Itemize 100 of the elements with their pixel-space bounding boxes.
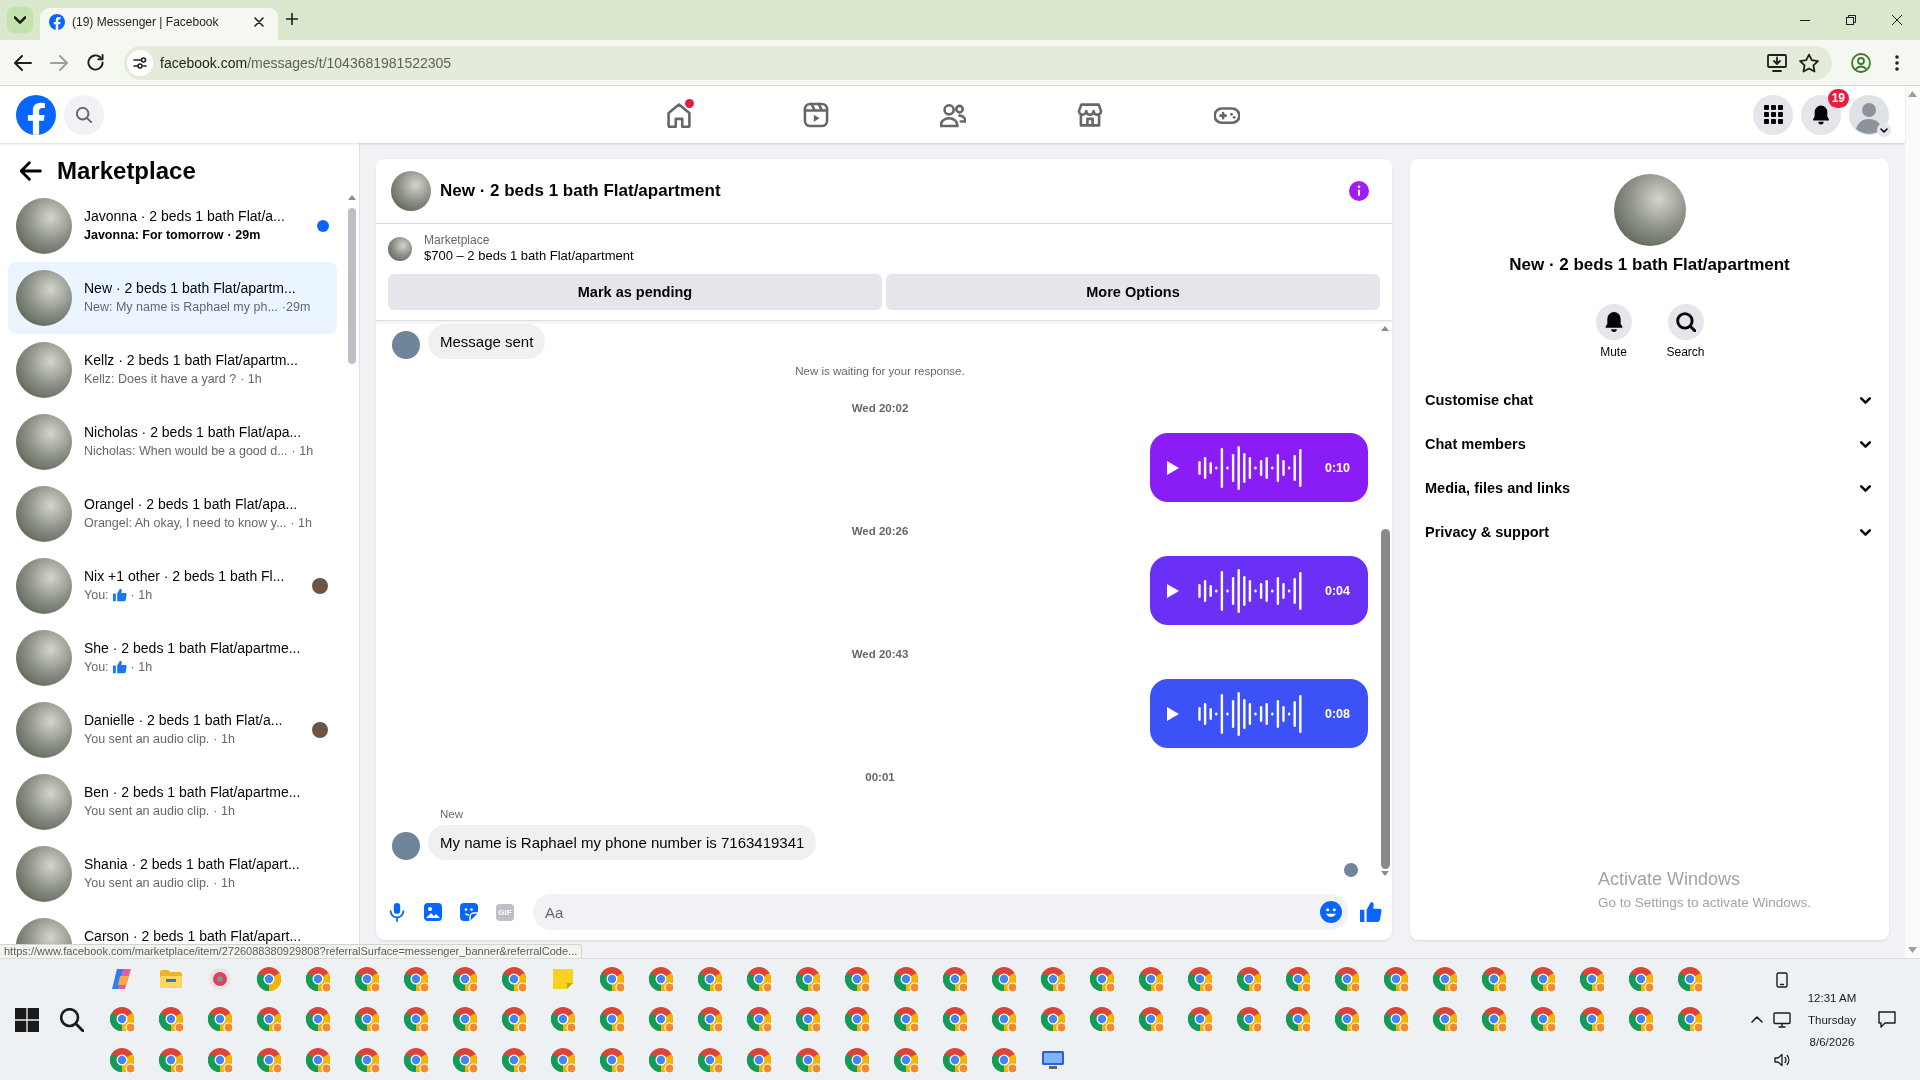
browser-icon[interactable]: [1578, 966, 1605, 993]
section-header[interactable]: Chat members: [1418, 422, 1881, 466]
audio-message[interactable]: 0:08: [1150, 679, 1368, 748]
scrollbar-thumb[interactable]: [1380, 529, 1390, 869]
address-bar[interactable]: facebook.com/messages/t/1043681981522305: [124, 45, 1832, 80]
site-logo[interactable]: [16, 94, 56, 135]
browser-icon[interactable]: [647, 966, 674, 993]
apps-menu-button[interactable]: [1753, 94, 1793, 135]
browser-icon[interactable]: [1578, 1006, 1605, 1033]
conversation-item[interactable]: Javonna · 2 beds 1 bath Flat/a... Javonna: For tomorrow · 29m: [8, 190, 337, 262]
browser-icon[interactable]: [843, 1006, 870, 1033]
conversation-item[interactable]: Orangel · 2 beds 1 bath Flat/apa... Orangel: Ah okay, I need to know y... · 1h: [8, 478, 337, 550]
conversation-item[interactable]: She · 2 beds 1 bath Flat/apartme... You: · 1h: [8, 622, 337, 694]
emoji-icon[interactable]: [1320, 901, 1342, 923]
browser-icon[interactable]: [1039, 1006, 1066, 1033]
browser-icon[interactable]: [1284, 1006, 1311, 1033]
close-icon[interactable]: [254, 17, 264, 27]
browser-icon[interactable]: [745, 966, 772, 993]
browser-icon[interactable]: [353, 1006, 380, 1033]
restore-icon[interactable]: [1846, 15, 1856, 25]
browser-icon[interactable]: [794, 1046, 821, 1073]
back-arrow-icon[interactable]: [20, 161, 42, 181]
conversation-item[interactable]: Shania · 2 beds 1 bath Flat/apart... You sent an audio clip. · 1h: [8, 838, 337, 910]
store-icon[interactable]: [1076, 101, 1103, 128]
browser-icon[interactable]: [1627, 1006, 1654, 1033]
app-icon[interactable]: [206, 966, 233, 993]
install-icon[interactable]: [1767, 52, 1787, 73]
browser-icon[interactable]: [549, 1046, 576, 1073]
profile-icon[interactable]: [1851, 52, 1871, 73]
chevron-up-icon[interactable]: [1751, 1016, 1763, 1023]
browser-icon[interactable]: [1676, 1006, 1703, 1033]
browser-icon[interactable]: [1480, 966, 1507, 993]
play-icon[interactable]: [1167, 460, 1179, 475]
browser-icon[interactable]: [1186, 966, 1213, 993]
browser-icon[interactable]: [892, 1006, 919, 1033]
friends-icon[interactable]: [939, 101, 966, 128]
browser-icon[interactable]: [892, 966, 919, 993]
minimize-icon[interactable]: [1800, 19, 1810, 21]
browser-icon[interactable]: [990, 966, 1017, 993]
scroll-up-arrow-icon[interactable]: [1908, 91, 1917, 97]
chevron-down-icon[interactable]: [1877, 122, 1891, 137]
section-header[interactable]: Privacy & support: [1418, 510, 1881, 554]
browser-icon[interactable]: [1480, 1006, 1507, 1033]
play-icon[interactable]: [1167, 706, 1179, 721]
action-button[interactable]: More Options: [886, 274, 1380, 310]
browser-icon[interactable]: [794, 1006, 821, 1033]
conversation-item[interactable]: New · 2 beds 1 bath Flat/apartm... New: My name is Raphael my ph... ·29m: [8, 262, 337, 334]
tab-list-button[interactable]: [7, 7, 33, 33]
play-icon[interactable]: [1167, 583, 1179, 598]
browser-icon[interactable]: [1137, 966, 1164, 993]
browser-icon[interactable]: [255, 966, 282, 993]
search-icon[interactable]: [60, 1007, 84, 1032]
browser-icon[interactable]: [647, 1006, 674, 1033]
conversation-item[interactable]: Nicholas · 2 beds 1 bath Flat/apa... Nicholas: When would be a good d... · 1h: [8, 406, 337, 478]
browser-icon[interactable]: [647, 1046, 674, 1073]
browser-icon[interactable]: [108, 1006, 135, 1033]
browser-icon[interactable]: [1382, 966, 1409, 993]
browser-icon[interactable]: [500, 966, 527, 993]
browser-icon[interactable]: [941, 1046, 968, 1073]
audio-message[interactable]: 0:10: [1150, 433, 1368, 502]
sticker-icon[interactable]: [460, 903, 478, 921]
browser-icon[interactable]: [353, 1046, 380, 1073]
reload-icon[interactable]: [86, 54, 104, 71]
forward-arrow-icon[interactable]: [50, 53, 68, 72]
section-header[interactable]: Media, files and links: [1418, 466, 1881, 510]
conversation-item[interactable]: Nix +1 other · 2 beds 1 bath Fl... You: · 1h: [8, 550, 337, 622]
browser-icon[interactable]: [304, 1046, 331, 1073]
action-button[interactable]: Mark as pending: [388, 274, 882, 310]
info-icon[interactable]: [1349, 181, 1369, 201]
chat-bubble-icon[interactable]: [1878, 1011, 1896, 1028]
browser-icon[interactable]: [206, 1006, 233, 1033]
back-arrow-icon[interactable]: [14, 53, 32, 72]
microphone-icon[interactable]: [389, 902, 405, 922]
volume-icon[interactable]: [1774, 1052, 1790, 1067]
browser-icon[interactable]: [598, 1046, 625, 1073]
browser-icon[interactable]: [1431, 966, 1458, 993]
audio-message[interactable]: 0:04: [1150, 556, 1368, 625]
browser-icon[interactable]: [1186, 1006, 1213, 1033]
image-icon[interactable]: [424, 903, 442, 921]
message-input[interactable]: Aa: [533, 894, 1348, 930]
browser-icon[interactable]: [598, 1006, 625, 1033]
start-icon[interactable]: [15, 1007, 39, 1032]
video-icon[interactable]: [802, 101, 829, 128]
browser-icon[interactable]: [843, 1046, 870, 1073]
browser-icon[interactable]: [843, 966, 870, 993]
browser-icon[interactable]: [1235, 1006, 1262, 1033]
scroll-up-arrow-icon[interactable]: [1381, 326, 1389, 331]
browser-icon[interactable]: [451, 1006, 478, 1033]
browser-icon[interactable]: [206, 1046, 233, 1073]
browser-icon[interactable]: [1284, 966, 1311, 993]
browser-icon[interactable]: [1333, 966, 1360, 993]
browser-icon[interactable]: [941, 1006, 968, 1033]
plus-icon[interactable]: [286, 13, 298, 25]
browser-icon[interactable]: [696, 966, 723, 993]
browser-icon[interactable]: [794, 966, 821, 993]
browser-icon[interactable]: [451, 1046, 478, 1073]
browser-icon[interactable]: [598, 966, 625, 993]
browser-icon[interactable]: [108, 1046, 135, 1073]
browser-icon[interactable]: [353, 966, 380, 993]
scroll-up-arrow-icon[interactable]: [347, 195, 356, 200]
